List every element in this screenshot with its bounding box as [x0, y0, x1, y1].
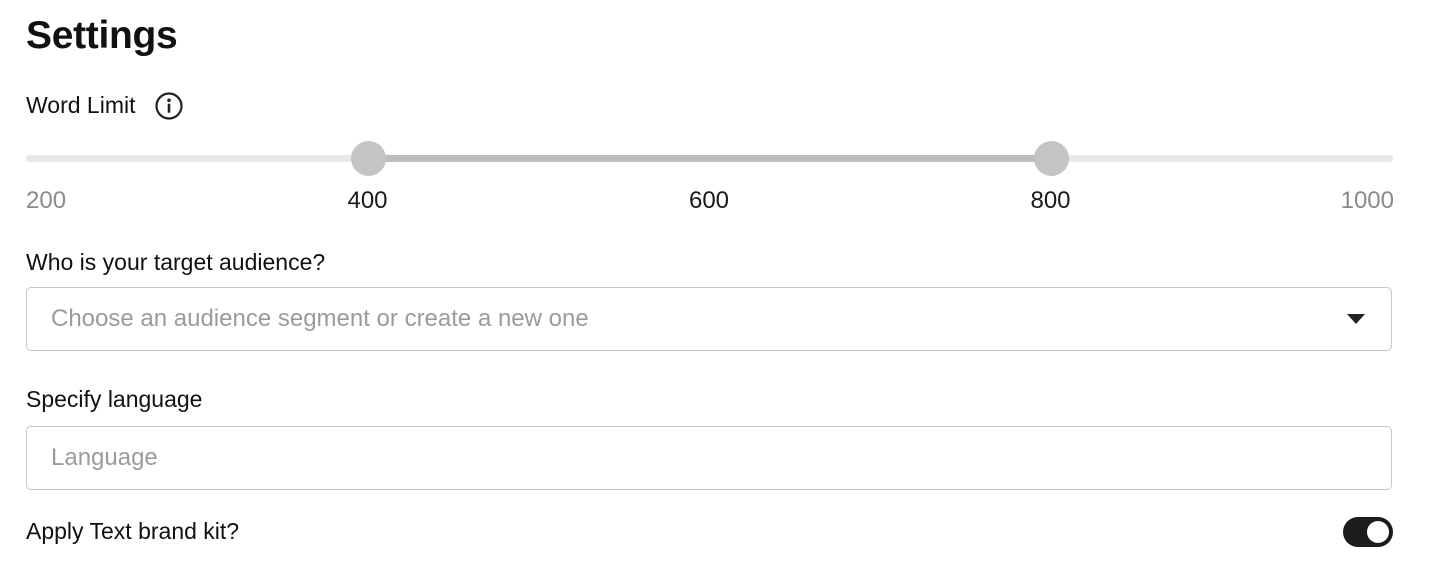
slider-thumb-min[interactable] — [350, 141, 386, 176]
slider-tick-400: 400 — [347, 187, 388, 214]
toggle-knob — [1367, 521, 1389, 543]
slider-tick-800: 800 — [1030, 187, 1071, 214]
caret-down-icon[interactable] — [1347, 314, 1365, 324]
slider-tick-600: 600 — [688, 187, 730, 214]
audience-label: Who is your target audience? — [26, 249, 326, 275]
word-limit-range-slider[interactable] — [26, 138, 1393, 178]
audience-select-placeholder: Choose an audience segment or create a n… — [51, 305, 589, 332]
brand-kit-toggle[interactable] — [1343, 517, 1393, 547]
slider-tick-1000: 1000 — [1340, 187, 1394, 214]
brand-kit-label: Apply Text brand kit? — [26, 518, 240, 544]
info-circle-icon[interactable] — [154, 91, 184, 121]
slider-tick-200: 200 — [26, 187, 67, 214]
page-title: Settings — [26, 14, 178, 57]
language-input[interactable] — [26, 426, 1392, 490]
language-label: Specify language — [26, 386, 203, 412]
slider-selected-range — [367, 155, 1051, 162]
word-limit-label: Word Limit — [26, 92, 136, 118]
slider-thumb-max[interactable] — [1033, 141, 1069, 176]
audience-select[interactable]: Choose an audience segment or create a n… — [26, 287, 1392, 351]
